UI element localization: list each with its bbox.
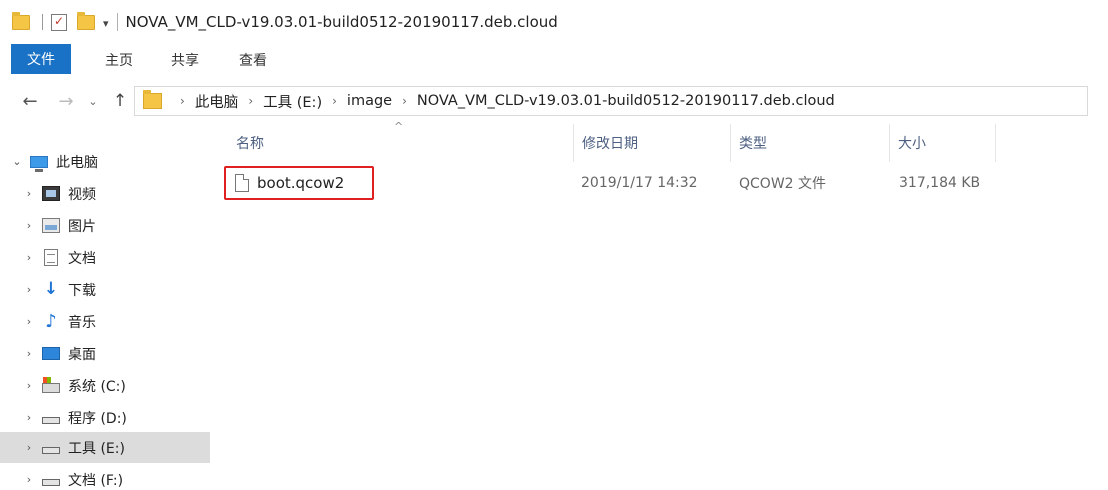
collapse-chevron-icon[interactable]: ›: [22, 251, 36, 264]
sidebar-item-drive-d[interactable]: › 程序 (D:): [0, 402, 210, 433]
sidebar-item-music[interactable]: › ♪ 音乐: [0, 306, 210, 337]
column-header-name[interactable]: 名称: [228, 124, 571, 162]
folder-icon: [143, 90, 162, 109]
breadcrumb-chevron-icon[interactable]: ›: [180, 94, 185, 108]
title-separator: [116, 13, 118, 31]
file-icon: [235, 174, 249, 192]
tab-view[interactable]: 查看: [223, 44, 283, 76]
sidebar-item-label: 程序 (D:): [68, 410, 127, 427]
pictures-icon: [42, 218, 60, 233]
title-bar: ▾ NOVA_VM_CLD-v19.03.01-build0512-201901…: [0, 0, 1108, 44]
folder-icon[interactable]: [12, 11, 30, 30]
navigation-pane: ⌄ 此电脑 › 视频 › 图片 › 文档 › ↓ 下载 › ♪ 音乐 › 桌面 …: [0, 140, 212, 490]
tab-file[interactable]: 文件: [11, 44, 71, 74]
sidebar-item-label: 此电脑: [56, 154, 98, 171]
navigation-row: ← → ⌄ ↑ › 此电脑 › 工具 (E:) › image › NOVA_V…: [0, 84, 1108, 118]
collapse-chevron-icon[interactable]: ›: [22, 379, 36, 392]
sidebar-item-this-pc[interactable]: ⌄ 此电脑: [0, 146, 210, 177]
window-title: NOVA_VM_CLD-v19.03.01-build0512-20190117…: [125, 13, 558, 31]
breadcrumb-image[interactable]: image: [347, 93, 392, 109]
column-header-date-modified[interactable]: 修改日期: [573, 124, 728, 162]
sidebar-item-documents[interactable]: › 文档: [0, 242, 210, 273]
sidebar-item-label: 文档: [68, 250, 96, 267]
collapse-chevron-icon[interactable]: ›: [22, 219, 36, 232]
sidebar-item-drive-e[interactable]: › 工具 (E:): [0, 432, 210, 463]
documents-icon: [44, 249, 58, 266]
expand-chevron-icon[interactable]: ⌄: [10, 155, 24, 168]
sidebar-item-desktop[interactable]: › 桌面: [0, 338, 210, 369]
drive-icon: [42, 417, 60, 424]
download-icon: ↓: [43, 279, 59, 299]
collapse-chevron-icon[interactable]: ›: [22, 441, 36, 454]
file-name[interactable]: boot.qcow2: [257, 174, 344, 192]
sidebar-item-label: 音乐: [68, 314, 96, 331]
sidebar-item-label: 下载: [68, 282, 96, 299]
breadcrumb-chevron-icon[interactable]: ›: [248, 94, 253, 108]
collapse-chevron-icon[interactable]: ›: [22, 187, 36, 200]
sidebar-item-label: 图片: [68, 218, 96, 235]
sidebar-item-videos[interactable]: › 视频: [0, 178, 210, 209]
sidebar-item-label: 桌面: [68, 346, 96, 363]
music-icon: ♪: [45, 311, 57, 332]
collapse-chevron-icon[interactable]: ›: [22, 347, 36, 360]
breadcrumb-this-pc[interactable]: 此电脑: [195, 91, 239, 112]
drive-icon: [42, 479, 60, 486]
breadcrumb-chevron-icon[interactable]: ›: [402, 94, 407, 108]
sidebar-item-downloads[interactable]: › ↓ 下载: [0, 274, 210, 305]
video-icon: [42, 186, 60, 201]
customize-quick-access-icon[interactable]: ▾: [103, 17, 109, 30]
column-header-type[interactable]: 类型: [730, 124, 887, 162]
desktop-icon: [42, 347, 60, 360]
drive-icon: [42, 447, 60, 454]
sidebar-item-drive-c[interactable]: › 系统 (C:): [0, 370, 210, 401]
breadcrumb-current-folder[interactable]: NOVA_VM_CLD-v19.03.01-build0512-20190117…: [417, 93, 835, 109]
new-folder-icon[interactable]: [77, 11, 95, 30]
back-arrow-icon[interactable]: ←: [18, 91, 42, 112]
file-row[interactable]: boot.qcow2 2019/1/17 14:32 QCOW2 文件 317,…: [222, 166, 1002, 200]
up-arrow-icon[interactable]: ↑: [110, 91, 130, 111]
tab-home[interactable]: 主页: [89, 44, 149, 76]
sidebar-item-label: 视频: [68, 186, 96, 203]
collapse-chevron-icon[interactable]: ›: [22, 315, 36, 328]
column-header-size[interactable]: 大小: [889, 124, 996, 162]
collapse-chevron-icon[interactable]: ›: [22, 473, 36, 486]
address-bar[interactable]: › 此电脑 › 工具 (E:) › image › NOVA_VM_CLD-v1…: [134, 86, 1088, 116]
properties-icon[interactable]: [51, 13, 67, 31]
collapse-chevron-icon[interactable]: ›: [22, 411, 36, 424]
file-type: QCOW2 文件: [739, 176, 827, 192]
sidebar-item-label: 系统 (C:): [68, 378, 126, 395]
collapse-chevron-icon[interactable]: ›: [22, 283, 36, 296]
sidebar-item-label: 文档 (F:): [68, 472, 124, 489]
system-drive-icon: [42, 377, 60, 393]
tab-share[interactable]: 共享: [155, 44, 215, 76]
sidebar-item-drive-f[interactable]: › 文档 (F:): [0, 464, 210, 490]
sidebar-item-label: 工具 (E:): [68, 440, 125, 457]
highlighted-file-name[interactable]: boot.qcow2: [224, 166, 374, 200]
file-date-modified: 2019/1/17 14:32: [581, 175, 698, 191]
breadcrumb-drive-e[interactable]: 工具 (E:): [263, 91, 322, 112]
pc-icon: [30, 155, 48, 172]
ribbon-tabs: 文件 主页 共享 查看: [0, 44, 1108, 76]
forward-arrow-icon[interactable]: →: [56, 91, 76, 112]
quick-access-separator: [42, 14, 43, 30]
recent-locations-icon[interactable]: ⌄: [86, 95, 100, 108]
sidebar-item-pictures[interactable]: › 图片: [0, 210, 210, 241]
file-size: 317,184 KB: [899, 175, 981, 191]
breadcrumb-chevron-icon[interactable]: ›: [332, 94, 337, 108]
